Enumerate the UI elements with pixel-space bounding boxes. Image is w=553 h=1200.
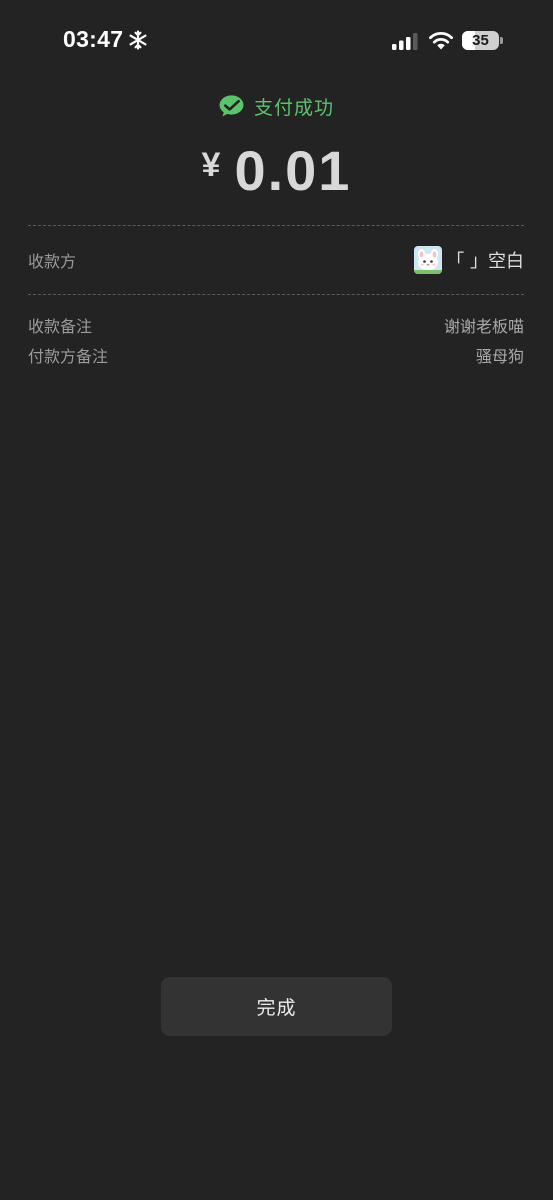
battery-icon: 35	[462, 31, 504, 50]
status-time: 03:47	[63, 26, 124, 52]
payer-note-label: 付款方备注	[28, 347, 109, 366]
amount-display: ¥ 0.01	[0, 138, 553, 206]
battery-level: 35	[472, 32, 489, 49]
cellular-signal-icon	[392, 33, 418, 50]
status-bar: 03:47 35	[0, 0, 553, 82]
payer-note-value: 骚母狗	[475, 347, 524, 366]
payee-value: 「 」空白	[414, 246, 524, 274]
wifi-icon	[429, 32, 453, 50]
avatar	[414, 246, 443, 274]
payee-note-value: 谢谢老板喵	[443, 317, 524, 336]
divider-middle	[28, 294, 524, 295]
payee-note-row: 收款备注 谢谢老板喵	[28, 313, 524, 337]
success-text: 支付成功	[253, 96, 334, 119]
amount-value: 0.01	[234, 139, 352, 202]
divider-top	[28, 225, 524, 226]
battery-cap	[500, 37, 503, 44]
snowflake-icon	[129, 30, 147, 50]
payment-success-header: 支付成功	[0, 90, 553, 122]
done-button[interactable]: 完成	[161, 977, 392, 1036]
payee-row: 收款方 「 」空白	[28, 244, 524, 276]
payee-note-label: 收款备注	[28, 317, 93, 336]
payer-note-row: 付款方备注 骚母狗	[28, 343, 524, 367]
payee-name: 「 」空白	[446, 251, 524, 272]
wechat-pay-icon	[219, 95, 244, 117]
payee-label: 收款方	[28, 252, 77, 271]
currency-symbol: ¥	[201, 146, 221, 184]
battery-body: 35	[462, 31, 499, 50]
